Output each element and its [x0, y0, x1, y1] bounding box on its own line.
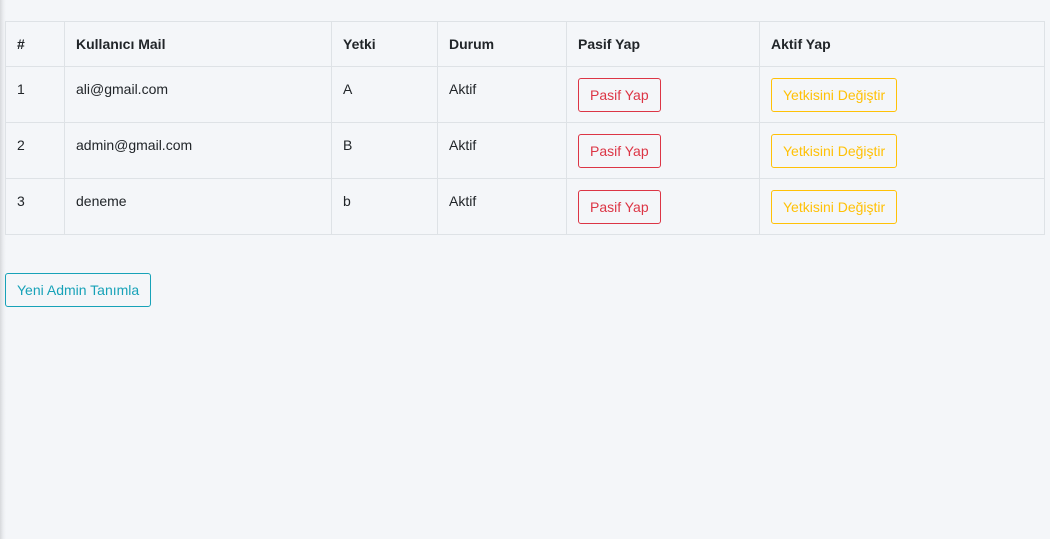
header-activate: Aktif Yap	[759, 21, 1045, 67]
table-row: 3 deneme b Aktif Pasif Yap Yetkisini Değ…	[5, 178, 1045, 235]
row-status: Aktif	[437, 66, 567, 123]
row-deactivate-cell: Pasif Yap	[566, 66, 760, 123]
row-index: 3	[5, 178, 65, 235]
row-permission: B	[331, 122, 438, 179]
header-user-mail: Kullanıcı Mail	[64, 21, 332, 67]
change-permission-button[interactable]: Yetkisini Değiştir	[771, 78, 898, 112]
table-row: 1 ali@gmail.com A Aktif Pasif Yap Yetkis…	[5, 66, 1045, 123]
admin-table: # Kullanıcı Mail Yetki Durum Pasif Yap A…	[5, 21, 1045, 235]
row-status: Aktif	[437, 122, 567, 179]
deactivate-button[interactable]: Pasif Yap	[578, 78, 661, 112]
change-permission-button[interactable]: Yetkisini Değiştir	[771, 134, 898, 168]
row-mail: ali@gmail.com	[64, 66, 332, 123]
row-change-permission-cell: Yetkisini Değiştir	[759, 178, 1045, 235]
row-status: Aktif	[437, 178, 567, 235]
row-change-permission-cell: Yetkisini Değiştir	[759, 66, 1045, 123]
new-admin-button[interactable]: Yeni Admin Tanımla	[5, 273, 152, 307]
header-permission: Yetki	[331, 21, 438, 67]
header-status: Durum	[437, 21, 567, 67]
header-deactivate: Pasif Yap	[566, 21, 760, 67]
row-mail: deneme	[64, 178, 332, 235]
table-header-row: # Kullanıcı Mail Yetki Durum Pasif Yap A…	[5, 21, 1045, 67]
row-permission: b	[331, 178, 438, 235]
table-row: 2 admin@gmail.com B Aktif Pasif Yap Yetk…	[5, 122, 1045, 179]
row-mail: admin@gmail.com	[64, 122, 332, 179]
row-permission: A	[331, 66, 438, 123]
row-deactivate-cell: Pasif Yap	[566, 178, 760, 235]
row-deactivate-cell: Pasif Yap	[566, 122, 760, 179]
header-index: #	[5, 21, 65, 67]
admin-list-panel: # Kullanıcı Mail Yetki Durum Pasif Yap A…	[5, 21, 1045, 235]
deactivate-button[interactable]: Pasif Yap	[578, 134, 661, 168]
row-change-permission-cell: Yetkisini Değiştir	[759, 122, 1045, 179]
change-permission-button[interactable]: Yetkisini Değiştir	[771, 190, 898, 224]
row-index: 1	[5, 66, 65, 123]
deactivate-button[interactable]: Pasif Yap	[578, 190, 661, 224]
row-index: 2	[5, 122, 65, 179]
